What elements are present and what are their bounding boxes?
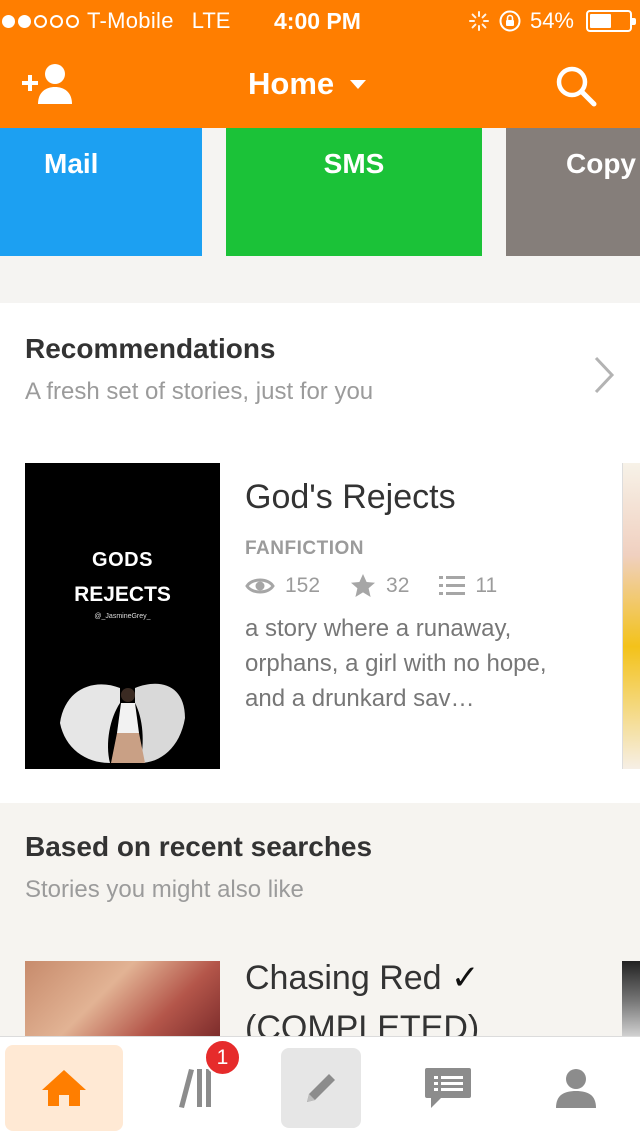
story-title-line1: Chasing Red xyxy=(245,959,442,997)
parts-stat: 11 xyxy=(439,574,497,598)
checkmark-icon: ✓ xyxy=(451,959,480,997)
sms-share-button[interactable]: SMS xyxy=(226,128,482,256)
tab-messages[interactable] xyxy=(389,1045,507,1131)
recent-searches-section: Based on recent searches Stories you mig… xyxy=(0,803,640,1047)
story-stats: 152 32 11 xyxy=(245,573,527,599)
share-options: Mail SMS Copy xyxy=(0,128,640,256)
section-title: Recommendations xyxy=(25,333,276,364)
profile-icon xyxy=(556,1069,596,1108)
recommendations-section: Recommendations A fresh set of stories, … xyxy=(0,303,640,803)
mail-share-button[interactable]: Mail xyxy=(0,128,202,256)
search-icon[interactable] xyxy=(554,64,598,108)
library-notification-badge: 1 xyxy=(204,1039,241,1076)
pencil-icon xyxy=(307,1074,335,1102)
home-icon xyxy=(42,1070,86,1106)
carrier-name: T-Mobile xyxy=(87,8,174,33)
status-time: 4:00 PM xyxy=(274,8,361,34)
star-icon xyxy=(351,574,376,597)
header-title: Home xyxy=(248,66,335,101)
angel-wings-figure-image xyxy=(60,683,185,763)
votes-stat: 32 xyxy=(350,573,409,599)
activity-spinner-icon xyxy=(468,11,489,31)
signal-strength-icon xyxy=(2,14,79,28)
bottom-tab-bar: 1 xyxy=(0,1036,640,1136)
next-story-cover[interactable] xyxy=(622,961,640,1041)
parts-count: 11 xyxy=(475,574,498,597)
chevron-down-icon xyxy=(350,79,367,89)
views-stat: 152 xyxy=(245,574,320,598)
mail-label: Mail xyxy=(44,148,99,179)
battery-percent: 54% xyxy=(529,8,574,33)
section-subtitle: Stories you might also like xyxy=(25,876,304,903)
story-title[interactable]: God's Rejects xyxy=(245,478,456,517)
top-bar: T-Mobile LTE 4:00 PM 54% Home xyxy=(0,0,640,128)
story-cover[interactable]: GODS REJECTS @_JasmineGrey_ xyxy=(25,463,220,769)
tab-profile[interactable] xyxy=(517,1045,635,1131)
status-bar: T-Mobile LTE 4:00 PM 54% xyxy=(0,0,640,40)
copy-label: Copy xyxy=(566,148,636,179)
status-right: 54% xyxy=(468,8,636,34)
section-title: Based on recent searches xyxy=(25,831,373,862)
rotation-lock-icon xyxy=(499,10,521,32)
network-type: LTE xyxy=(191,8,231,33)
home-dropdown[interactable]: Home xyxy=(248,66,367,102)
votes-count: 32 xyxy=(386,574,410,597)
chat-icon xyxy=(425,1068,471,1108)
eye-icon xyxy=(245,578,275,594)
battery-icon xyxy=(586,10,636,32)
add-user-icon[interactable] xyxy=(20,62,74,106)
library-icon xyxy=(179,1069,211,1108)
list-icon xyxy=(439,576,466,595)
section-subtitle: A fresh set of stories, just for you xyxy=(25,378,374,405)
tab-home[interactable] xyxy=(5,1045,123,1131)
views-count: 152 xyxy=(285,574,321,597)
chevron-right-icon[interactable] xyxy=(592,355,616,395)
copy-link-button[interactable]: Copy xyxy=(506,128,640,256)
story-description[interactable]: a story where a runaway, orphans, a girl… xyxy=(245,611,585,716)
status-left: T-Mobile LTE xyxy=(0,8,230,34)
tab-write[interactable] xyxy=(281,1048,361,1128)
app-header: Home xyxy=(0,40,640,128)
sms-label: SMS xyxy=(323,148,385,179)
story-category[interactable]: FANFICTION xyxy=(245,538,364,560)
story-cover[interactable] xyxy=(25,961,220,1041)
next-story-cover[interactable] xyxy=(622,463,640,769)
